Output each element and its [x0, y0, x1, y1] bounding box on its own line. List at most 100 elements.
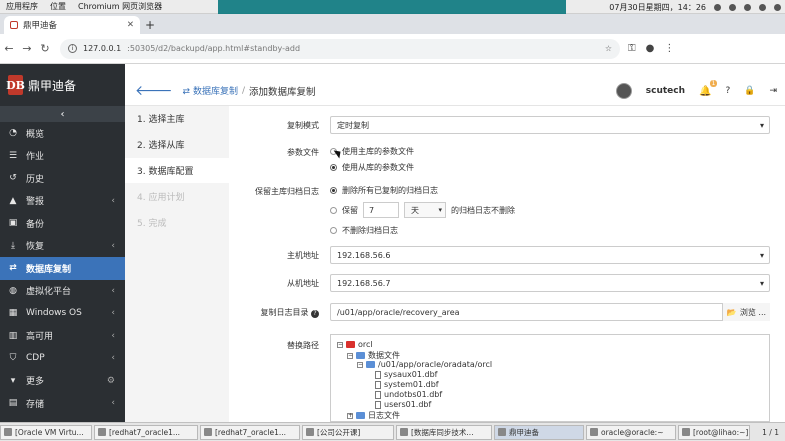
bell-icon[interactable]: 🔔 1: [699, 79, 718, 97]
key-icon[interactable]: ⚿: [628, 43, 636, 54]
forward-arrow-icon[interactable]: →: [18, 42, 36, 55]
collapse-icon[interactable]: −: [337, 341, 343, 348]
help-icon[interactable]: ?: [725, 86, 730, 96]
logdir-input[interactable]: /u01/app/oracle/recovery_area: [330, 303, 770, 321]
file-icon: [375, 380, 381, 389]
wizard-step: 5. 完成: [125, 210, 229, 236]
param-option-master-label: 使用主库的参数文件: [342, 147, 414, 156]
account-icon[interactable]: ●: [646, 43, 655, 54]
param-option-slave-label: 使用从库的参数文件: [342, 163, 414, 172]
taskbar-item[interactable]: [redhat7_oracle1...: [200, 424, 300, 440]
archive-option-keep[interactable]: 保留 7 天 ▾ 的归档日志不删除: [330, 202, 515, 218]
sidebar-item[interactable]: ▥ 高可用 ‹: [0, 325, 125, 348]
taskbar-item-label: 鼎甲迪备: [509, 427, 539, 437]
bookmark-star-icon[interactable]: ☆: [605, 44, 612, 53]
columns-icon: ▥: [8, 330, 18, 341]
host-select[interactable]: 192.168.56.6 ▾: [330, 246, 770, 264]
logout-icon[interactable]: ⇥: [769, 86, 777, 96]
brand-logo[interactable]: DB 鼎甲迪备: [0, 64, 125, 106]
kebab-menu-icon[interactable]: ⋮: [664, 43, 674, 54]
sidebar-item-label: 高可用: [26, 332, 54, 343]
path-label: 替换路径: [287, 341, 319, 350]
taskbar-item-label: [redhat7_oracle1...: [109, 427, 181, 437]
sidebar-item[interactable]: ▾ 更多 ⚙: [0, 370, 125, 393]
collapse-icon[interactable]: −: [357, 361, 363, 368]
lock-icon[interactable]: 🔒: [744, 86, 755, 96]
param-option-slave[interactable]: 使用从库的参数文件: [330, 162, 414, 173]
folder-icon: [356, 352, 365, 359]
wizard-step[interactable]: 1. 选择主库: [125, 106, 229, 132]
bluetooth-icon[interactable]: [744, 3, 751, 11]
volume-icon[interactable]: [759, 3, 766, 11]
tree-node-file[interactable]: sysaux01.dbf: [375, 370, 437, 379]
tree-node-datapath[interactable]: − /u01/app/oracle/oradata/orcl: [357, 360, 492, 369]
tree-node-logfiles-label: 日志文件: [368, 411, 400, 420]
sidebar-item[interactable]: ⛉ CDP ‹: [0, 347, 125, 370]
archive-keep-days-input[interactable]: 7: [363, 202, 399, 218]
download-icon: ⤓: [11, 240, 15, 251]
browser-tab[interactable]: 鼎甲迪备 ✕: [4, 16, 140, 34]
slave-select[interactable]: 192.168.56.7 ▾: [330, 274, 770, 292]
sidebar-collapse-button[interactable]: ‹: [0, 106, 125, 122]
slave-label: 从机地址: [287, 279, 319, 288]
archive-option-delete-all[interactable]: 删除所有已复制的归档日志: [330, 185, 438, 196]
back-arrow-icon[interactable]: ←: [0, 42, 18, 55]
tree-node-file[interactable]: system01.dbf: [375, 380, 439, 389]
sidebar-item[interactable]: ◍ 虚拟化平台 ‹: [0, 280, 125, 303]
archive-label: 保留主库归档日志: [255, 187, 319, 196]
menu-places[interactable]: 位置: [44, 1, 72, 12]
sidebar-item[interactable]: ▤ 存储 ‹: [0, 392, 125, 415]
help-circle-icon[interactable]: ?: [311, 310, 319, 318]
sidebar-item[interactable]: ↺ 历史: [0, 167, 125, 190]
avatar[interactable]: [615, 83, 632, 99]
sidebar-item[interactable]: ◔ 概览: [0, 122, 125, 145]
sidebar-item[interactable]: ⇄ 数据库复制: [0, 257, 125, 280]
sidebar-item[interactable]: ⤓ 恢复 ‹: [0, 235, 125, 258]
workspace-pager[interactable]: 1 / 1: [762, 428, 785, 437]
sidebar-item[interactable]: ☰ 作业: [0, 145, 125, 168]
close-tab-icon[interactable]: ✕: [127, 20, 134, 30]
sidebar-item-label: 数据库复制: [26, 264, 72, 275]
user-name[interactable]: scutech: [646, 86, 685, 96]
sidebar-item[interactable]: ▲ 警报 ‹: [0, 190, 125, 213]
sidebar-item[interactable]: ▦ Windows OS ‹: [0, 302, 125, 325]
network-icon[interactable]: [729, 3, 736, 11]
breadcrumb-separator: /: [241, 85, 246, 96]
info-icon[interactable]: i: [68, 44, 77, 53]
menu-applications[interactable]: 应用程序: [0, 1, 44, 12]
url-field[interactable]: i 127.0.0.1 :50305/d2/backupd/app.html#s…: [60, 38, 620, 59]
taskbar-item[interactable]: [root@lihao:~]: [678, 424, 750, 440]
tree-node-root[interactable]: − orcl: [337, 340, 373, 349]
database-icon: [346, 341, 355, 348]
sidebar-item[interactable]: ▣ 备份: [0, 212, 125, 235]
tree-node-file[interactable]: undotbs01.dbf: [375, 390, 442, 399]
taskbar-item[interactable]: [Oracle VM Virtu...: [0, 424, 92, 440]
back-icon[interactable]: 🡐: [135, 82, 173, 99]
browse-button[interactable]: 📂 浏览 ...: [722, 303, 770, 321]
archive-keep-unit-select[interactable]: 天 ▾: [404, 202, 446, 218]
breadcrumb-link[interactable]: ⇄ 数据库复制: [183, 84, 238, 97]
system-clock[interactable]: 07月30日星期四，14：26: [609, 2, 706, 13]
wizard-step[interactable]: 3. 数据库配置: [125, 158, 229, 184]
taskbar-item[interactable]: [redhat7_oracle1...: [94, 424, 198, 440]
taskbar-item[interactable]: [数据库同步技术...: [396, 424, 492, 440]
menu-browser[interactable]: Chromium 网页浏览器: [72, 1, 168, 12]
tree-node-logfiles[interactable]: + 日志文件: [347, 410, 400, 421]
mode-select[interactable]: 定时复制 ▾: [330, 116, 770, 134]
tree-node-file[interactable]: users01.dbf: [375, 400, 431, 409]
gear-icon[interactable]: ⚙: [107, 376, 115, 386]
taskbar-item[interactable]: [公司公开课]: [302, 424, 394, 440]
new-tab-button[interactable]: +: [140, 16, 160, 34]
archive-option-none[interactable]: 不删除归档日志: [330, 225, 398, 236]
taskbar-item[interactable]: 鼎甲迪备: [494, 424, 584, 440]
power-icon[interactable]: [774, 3, 781, 11]
status-icon[interactable]: [714, 3, 721, 11]
collapse-icon[interactable]: −: [347, 352, 353, 359]
taskbar-item[interactable]: oracle@oracle:~: [586, 424, 676, 440]
archive-option-none-label: 不删除归档日志: [342, 226, 398, 235]
wizard-step[interactable]: 2. 选择从库: [125, 132, 229, 158]
chevron-left-icon: ‹: [111, 398, 115, 409]
replace-path-tree[interactable]: − orcl − 数据文件 −/u01/app/oracle/oradata/orc…: [330, 334, 770, 422]
reload-icon[interactable]: ↻: [36, 42, 54, 55]
expand-icon[interactable]: +: [347, 412, 353, 419]
